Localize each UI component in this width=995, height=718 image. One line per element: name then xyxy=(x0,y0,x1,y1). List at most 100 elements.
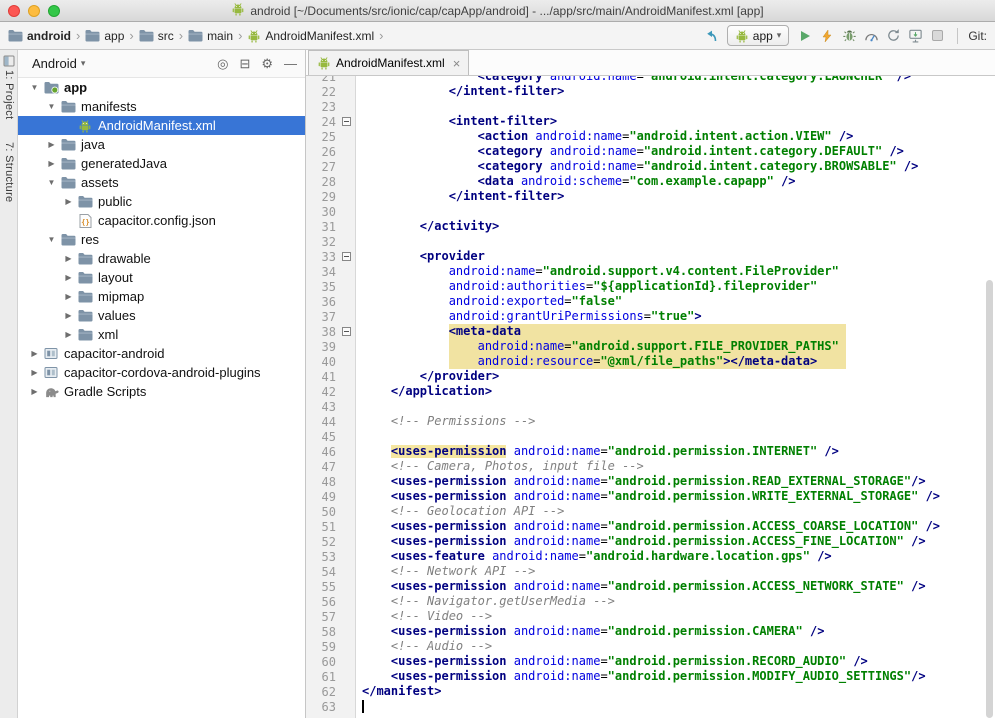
tree-item-res[interactable]: ▼res xyxy=(18,230,305,249)
code-line[interactable]: </provider> xyxy=(362,369,983,384)
code-line[interactable]: <uses-feature android:name="android.hard… xyxy=(362,549,983,564)
chevron-collapsed-icon[interactable]: ▶ xyxy=(61,330,76,339)
breadcrumb-item[interactable]: app xyxy=(83,28,126,44)
code-line[interactable]: <!-- Camera, Photos, input file --> xyxy=(362,459,983,474)
line-number[interactable]: 30 xyxy=(306,205,336,219)
code-line[interactable]: <uses-permission android:name="android.p… xyxy=(362,519,983,534)
code-line[interactable]: <uses-permission android:name="android.p… xyxy=(362,534,983,549)
line-number[interactable]: 31 xyxy=(306,220,336,234)
project-view-selector[interactable]: Android ▾ xyxy=(32,56,85,71)
chevron-collapsed-icon[interactable]: ▶ xyxy=(44,159,59,168)
line-number[interactable]: 56 xyxy=(306,595,336,609)
tree-item-capacitor-cordova-android-plugins[interactable]: ▶capacitor-cordova-android-plugins xyxy=(18,363,305,382)
locate-icon[interactable]: ◎ xyxy=(217,56,228,72)
line-number[interactable]: 41 xyxy=(306,370,336,384)
project-tool-button[interactable]: 1: Project xyxy=(3,70,15,119)
line-number[interactable]: 54 xyxy=(306,565,336,579)
code-line[interactable]: <uses-permission android:name="android.p… xyxy=(362,474,983,489)
tree-item-app[interactable]: ▼app xyxy=(18,78,305,97)
collapse-all-icon[interactable]: ⊟ xyxy=(239,56,250,72)
tree-item-capacitor-config-json[interactable]: {}capacitor.config.json xyxy=(18,211,305,230)
scrollbar-thumb[interactable] xyxy=(986,280,993,718)
tree-item-generatedjava[interactable]: ▶generatedJava xyxy=(18,154,305,173)
chevron-expanded-icon[interactable]: ▼ xyxy=(44,235,59,244)
fold-marker-icon[interactable] xyxy=(342,252,351,261)
code-line[interactable]: <!-- Permissions --> xyxy=(362,414,983,429)
debug-button[interactable] xyxy=(839,26,859,46)
line-number[interactable]: 61 xyxy=(306,670,336,684)
code-line[interactable] xyxy=(362,399,983,414)
code-line[interactable]: <intent-filter> xyxy=(362,114,983,129)
code-line[interactable]: <provider xyxy=(362,249,983,264)
line-number[interactable]: 37 xyxy=(306,310,336,324)
breadcrumb-item[interactable]: AndroidManifest.xml xyxy=(245,28,376,44)
breadcrumb-item[interactable]: src xyxy=(137,28,176,44)
code-line[interactable]: <meta-data xyxy=(362,324,983,339)
line-number[interactable]: 27 xyxy=(306,160,336,174)
code-line[interactable]: </application> xyxy=(362,384,983,399)
chevron-collapsed-icon[interactable]: ▶ xyxy=(61,273,76,282)
fold-marker-icon[interactable] xyxy=(342,117,351,126)
code-line[interactable] xyxy=(362,234,983,249)
line-number[interactable]: 55 xyxy=(306,580,336,594)
chevron-collapsed-icon[interactable]: ▶ xyxy=(61,311,76,320)
line-number[interactable]: 53 xyxy=(306,550,336,564)
chevron-collapsed-icon[interactable]: ▶ xyxy=(27,368,42,377)
code-area[interactable]: <category android:name="android.intent.c… xyxy=(362,69,983,714)
code-line[interactable]: <uses-permission android:name="android.p… xyxy=(362,444,983,459)
tree-item-drawable[interactable]: ▶drawable xyxy=(18,249,305,268)
code-line[interactable]: android:name="android.support.v4.content… xyxy=(362,264,983,279)
code-line[interactable]: <!-- Network API --> xyxy=(362,564,983,579)
line-number[interactable]: 63 xyxy=(306,700,336,714)
line-number[interactable]: 59 xyxy=(306,640,336,654)
code-line[interactable]: <!-- Navigator.getUserMedia --> xyxy=(362,594,983,609)
settings-gear-icon[interactable]: ⚙ xyxy=(261,56,273,72)
line-number[interactable]: 50 xyxy=(306,505,336,519)
line-number[interactable]: 24 xyxy=(306,115,336,129)
code-line[interactable]: <uses-permission android:name="android.p… xyxy=(362,654,983,669)
chevron-collapsed-icon[interactable]: ▶ xyxy=(61,292,76,301)
line-number[interactable]: 38 xyxy=(306,325,336,339)
line-number[interactable]: 48 xyxy=(306,475,336,489)
structure-tool-button[interactable]: 7: Structure xyxy=(3,142,15,202)
breadcrumb-item[interactable]: main xyxy=(186,28,235,44)
chevron-collapsed-icon[interactable]: ▶ xyxy=(61,197,76,206)
hide-panel-icon[interactable]: — xyxy=(284,56,297,71)
profile-button[interactable] xyxy=(861,26,881,46)
chevron-expanded-icon[interactable]: ▼ xyxy=(44,102,59,111)
code-line[interactable]: </manifest> xyxy=(362,684,983,699)
line-number[interactable]: 32 xyxy=(306,235,336,249)
line-number[interactable]: 40 xyxy=(306,355,336,369)
chevron-expanded-icon[interactable]: ▼ xyxy=(44,178,59,187)
code-line[interactable]: <uses-permission android:name="android.p… xyxy=(362,489,983,504)
fold-marker-icon[interactable] xyxy=(342,327,351,336)
code-line[interactable]: <uses-permission android:name="android.p… xyxy=(362,624,983,639)
tree-item-manifests[interactable]: ▼manifests xyxy=(18,97,305,116)
line-number[interactable]: 49 xyxy=(306,490,336,504)
line-number[interactable]: 29 xyxy=(306,190,336,204)
code-line[interactable]: <!-- Video --> xyxy=(362,609,983,624)
close-window-button[interactable] xyxy=(8,5,20,17)
line-number[interactable]: 33 xyxy=(306,250,336,264)
line-number[interactable]: 60 xyxy=(306,655,336,669)
run-button[interactable] xyxy=(795,26,815,46)
code-line[interactable]: android:name="android.support.FILE_PROVI… xyxy=(362,339,983,354)
line-number[interactable]: 23 xyxy=(306,100,336,114)
line-number[interactable]: 34 xyxy=(306,265,336,279)
code-line[interactable]: </activity> xyxy=(362,219,983,234)
line-number[interactable]: 28 xyxy=(306,175,336,189)
sync-gradle-button[interactable] xyxy=(883,26,903,46)
line-number[interactable]: 42 xyxy=(306,385,336,399)
line-number[interactable]: 43 xyxy=(306,400,336,414)
line-number[interactable]: 58 xyxy=(306,625,336,639)
minimize-window-button[interactable] xyxy=(28,5,40,17)
code-line[interactable]: android:authorities="${applicationId}.fi… xyxy=(362,279,983,294)
stop-button[interactable] xyxy=(927,26,947,46)
tree-item-assets[interactable]: ▼assets xyxy=(18,173,305,192)
line-number[interactable]: 26 xyxy=(306,145,336,159)
line-number[interactable]: 39 xyxy=(306,340,336,354)
code-line[interactable]: <!-- Audio --> xyxy=(362,639,983,654)
code-line[interactable]: <uses-permission android:name="android.p… xyxy=(362,579,983,594)
code-line[interactable]: </intent-filter> xyxy=(362,84,983,99)
line-number[interactable]: 45 xyxy=(306,430,336,444)
